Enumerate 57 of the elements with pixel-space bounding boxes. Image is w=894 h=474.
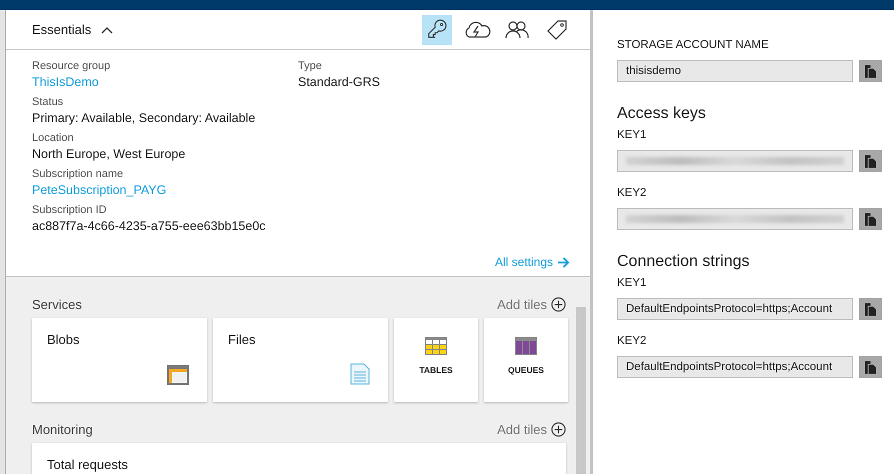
tile-title: Total requests	[47, 457, 128, 472]
group-heading: Connection strings	[617, 252, 751, 272]
copy-button[interactable]	[859, 356, 882, 378]
chevron-icon[interactable]	[101, 26, 114, 34]
scrollbar[interactable]	[576, 307, 586, 474]
property-value: Standard-GRS	[298, 74, 380, 91]
property-value: ac887f7a-4c66-4235-a755-eee63bb15e0c	[32, 218, 267, 235]
field-label: KEY1	[617, 276, 648, 290]
property-value: North Europe, West Europe	[32, 146, 186, 163]
copy-icon	[865, 154, 876, 168]
section-title: Services	[32, 296, 82, 312]
property-label: Status	[32, 95, 64, 109]
property-label: Subscription ID	[32, 203, 108, 217]
copy-icon	[865, 302, 876, 316]
queue-icon	[515, 337, 537, 355]
service-tile[interactable]: TABLES	[394, 318, 478, 402]
add-icon	[551, 296, 566, 312]
table-icon	[425, 337, 447, 355]
section-title: Essentials	[32, 22, 92, 37]
copy-button[interactable]	[859, 208, 882, 230]
add-tiles-link[interactable]: Add tiles	[497, 296, 566, 312]
blurred-key-field[interactable]	[617, 208, 853, 230]
text-field[interactable]: DefaultEndpointsProtocol=https;Account	[617, 356, 853, 378]
service-tile[interactable]: Files	[213, 318, 388, 402]
service-tile[interactable]: Total requests	[32, 443, 566, 474]
field-label: STORAGE ACCOUNT NAME	[617, 38, 770, 52]
arrow-icon	[557, 256, 570, 268]
property-label: Resource group	[32, 59, 112, 73]
key-icon[interactable]	[422, 14, 452, 44]
tile-title: QUEUES	[508, 365, 544, 375]
property-label: Subscription name	[32, 167, 124, 181]
copy-button[interactable]	[859, 150, 882, 172]
copy-icon	[865, 360, 876, 374]
tile-title: Blobs	[47, 332, 80, 347]
tile-title: Files	[228, 332, 256, 347]
document-icon	[350, 363, 370, 385]
text-field[interactable]: thisisdemo	[617, 60, 853, 82]
service-tile[interactable]: QUEUES	[484, 318, 568, 402]
copy-button[interactable]	[859, 298, 882, 320]
add-icon	[551, 422, 566, 436]
property-label: Location	[32, 131, 75, 145]
field-label: KEY2	[617, 186, 648, 200]
property-value: Primary: Available, Secondary: Available	[32, 110, 256, 127]
tile-title: TABLES	[419, 365, 453, 375]
field-label: KEY2	[617, 334, 648, 348]
blurred-key-field[interactable]	[617, 150, 853, 172]
copy-button[interactable]	[859, 60, 882, 82]
folder-icon	[167, 365, 189, 385]
field-label: KEY1	[617, 128, 648, 142]
service-tile[interactable]: Blobs	[32, 318, 207, 402]
group-heading: Access keys	[617, 104, 707, 124]
property-label: Type	[298, 59, 323, 73]
copy-icon	[865, 212, 876, 226]
add-tiles-link[interactable]: Add tiles	[497, 422, 566, 436]
text-field[interactable]: DefaultEndpointsProtocol=https;Account	[617, 298, 853, 320]
copy-icon	[865, 64, 876, 78]
section-title: Monitoring	[32, 422, 93, 436]
